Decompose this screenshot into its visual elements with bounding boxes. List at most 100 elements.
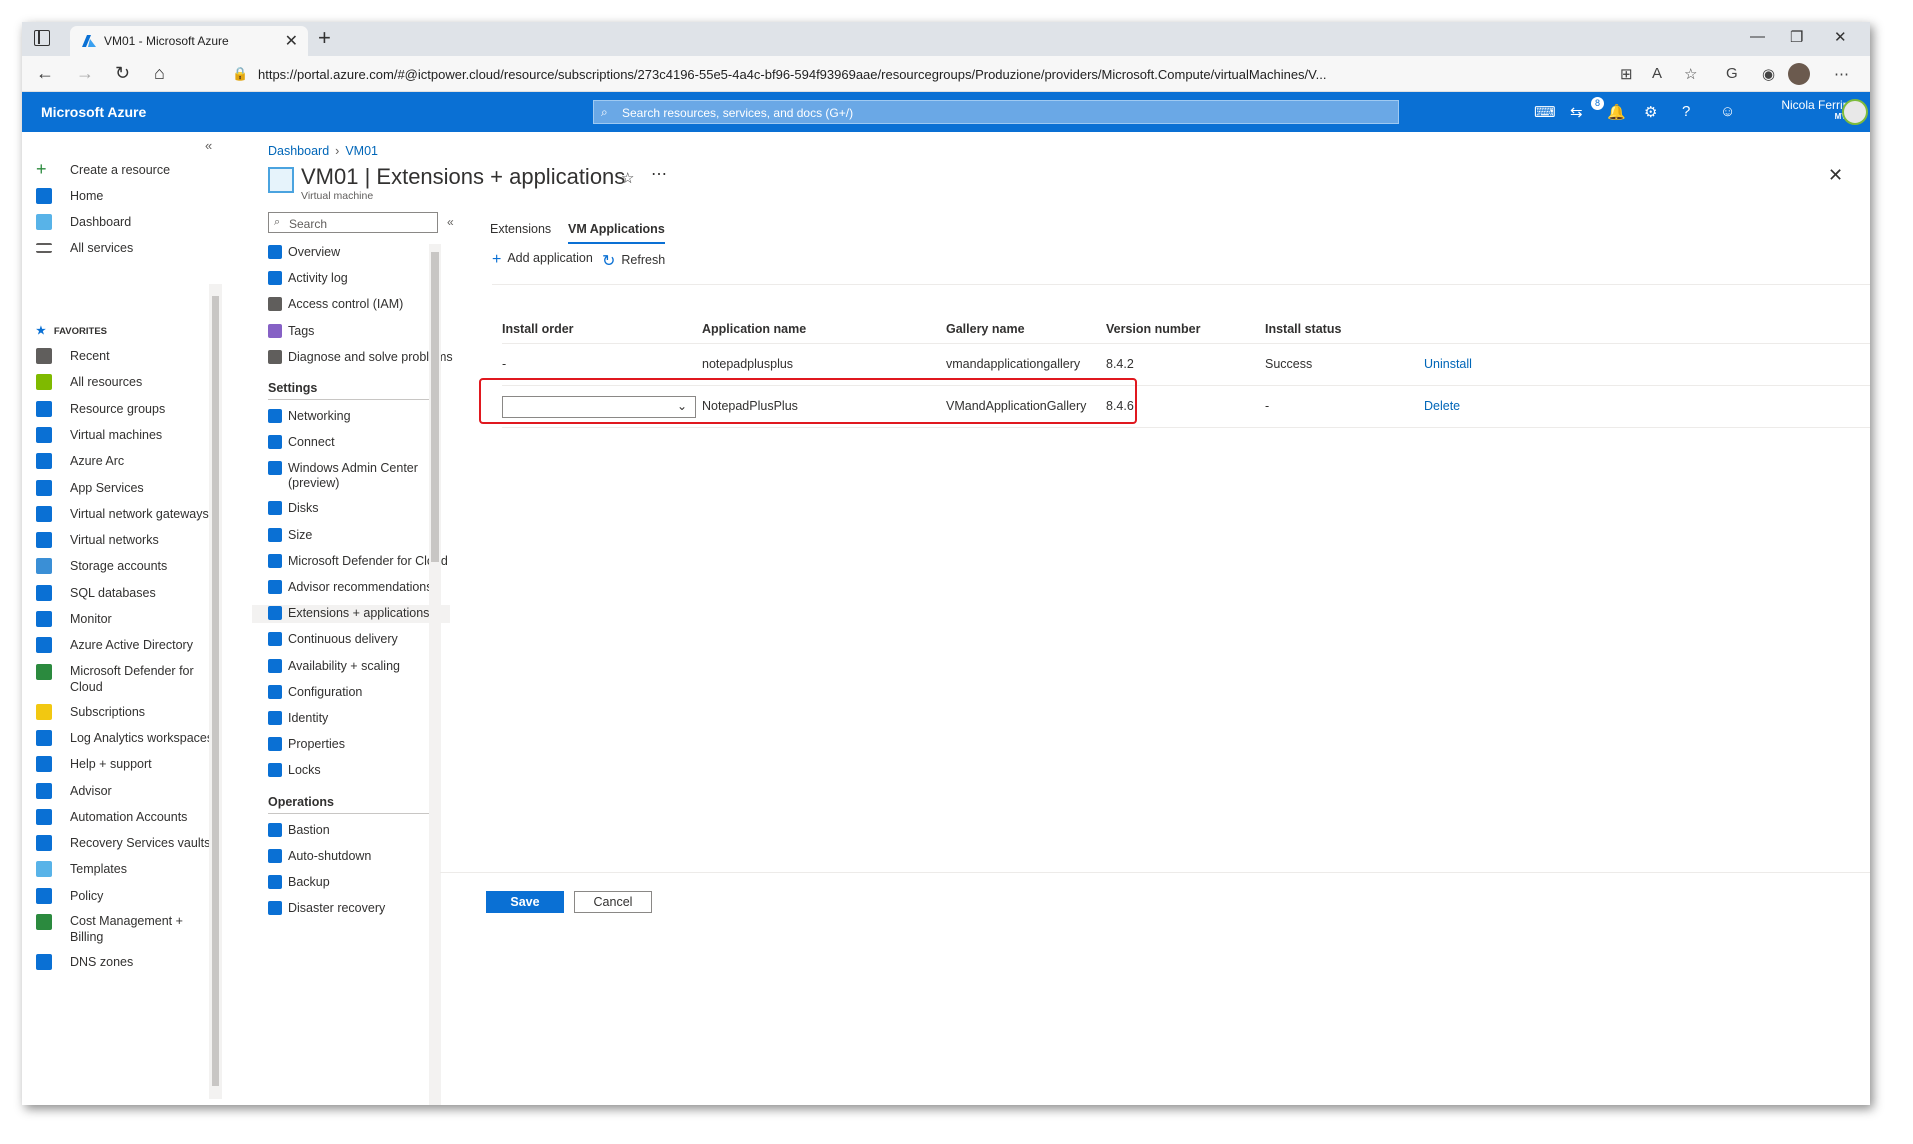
tab-vm-applications[interactable]: VM Applications	[568, 222, 665, 244]
minimize-icon[interactable]: —	[1750, 28, 1765, 45]
col-install-status[interactable]: Install status	[1265, 315, 1424, 343]
save-button[interactable]: Save	[486, 891, 564, 913]
new-tab-icon[interactable]: +	[318, 25, 331, 51]
menu-item-configuration[interactable]: Configuration	[268, 684, 448, 702]
sidebar-scrollbar[interactable]	[209, 284, 222, 1099]
col-gallery-name[interactable]: Gallery name	[946, 315, 1106, 343]
install-order-dropdown[interactable]: ⌄	[502, 395, 696, 418]
back-icon[interactable]: ←	[36, 63, 54, 84]
directory-icon[interactable]: ⇆	[1570, 103, 1583, 121]
menu-item-properties[interactable]: Properties	[268, 736, 448, 754]
service-icon	[36, 729, 52, 746]
browser-tab[interactable]: VM01 - Microsoft Azure ✕	[70, 26, 308, 56]
apps-icon[interactable]: ⊞	[1620, 65, 1633, 83]
menu-icon	[268, 606, 282, 621]
browser-window: VM01 - Microsoft Azure ✕ + — ❐ ✕ ← → ↻ ⌂…	[22, 22, 1870, 1105]
service-icon	[36, 348, 52, 364]
help-icon[interactable]: ?	[1682, 103, 1690, 120]
bell-icon[interactable]: 🔔	[1607, 103, 1626, 121]
menu-item-networking[interactable]: Networking	[268, 408, 448, 426]
breadcrumb-vm01[interactable]: VM01	[345, 144, 378, 158]
menu-item-windows-admin-center-preview-[interactable]: Windows Admin Center (preview)	[268, 460, 448, 490]
close-tab-icon[interactable]: ✕	[285, 31, 298, 51]
service-icon	[36, 400, 52, 417]
tab-actions-icon[interactable]	[34, 30, 50, 46]
col-version-number[interactable]: Version number	[1106, 315, 1265, 343]
menu-icon	[268, 684, 282, 699]
favorite-icon[interactable]: ☆	[1684, 65, 1697, 83]
gear-icon[interactable]: ⚙	[1644, 103, 1657, 121]
menu-item-connect[interactable]: Connect	[268, 434, 448, 452]
search-icon: ⌕	[274, 216, 281, 228]
restore-icon[interactable]: ❐	[1790, 28, 1803, 46]
page-title: VM01 | Extensions + applications	[301, 164, 626, 189]
menu-item-microsoft-defender-for-cloud[interactable]: Microsoft Defender for Cloud	[268, 553, 448, 571]
user-account[interactable]: Nicola Ferrini MVP	[1762, 98, 1852, 121]
menu-icon	[268, 271, 282, 286]
star-icon[interactable]: ☆	[621, 169, 634, 187]
menu-item-disaster-recovery[interactable]: Disaster recovery	[268, 900, 448, 918]
service-icon	[36, 374, 52, 391]
read-aloud-icon[interactable]: A	[1652, 65, 1662, 82]
collapse-sidebar-icon[interactable]: «	[205, 138, 212, 153]
profile-avatar[interactable]	[1788, 63, 1810, 85]
menu-item-activity-log[interactable]: Activity log	[268, 270, 448, 288]
portal-sidebar: « + Create a resource Home Dashboard All …	[22, 132, 222, 1105]
menu-item-bastion[interactable]: Bastion	[268, 822, 448, 840]
menu-item-continuous-delivery[interactable]: Continuous delivery	[268, 631, 448, 649]
menu-item-backup[interactable]: Backup	[268, 874, 448, 892]
forward-icon[interactable]: →	[76, 63, 94, 84]
menu-item-size[interactable]: Size	[268, 527, 448, 545]
refresh-button[interactable]: ↻ Refresh	[602, 251, 665, 271]
more-icon[interactable]: ⋯	[1834, 65, 1849, 83]
delete-link[interactable]: Delete	[1424, 399, 1460, 413]
menu-item-auto-shutdown[interactable]: Auto-shutdown	[268, 848, 448, 866]
url-field[interactable]: 🔒 https://portal.azure.com/#@ictpower.cl…	[224, 60, 1604, 88]
scrollbar-thumb[interactable]	[212, 296, 219, 1086]
google-icon[interactable]: G	[1726, 65, 1738, 82]
menu-item-disks[interactable]: Disks	[268, 500, 448, 518]
user-name: Nicola Ferrini	[1781, 98, 1852, 112]
menu-icon	[268, 245, 282, 259]
brand-title[interactable]: Microsoft Azure	[41, 104, 146, 120]
reload-icon[interactable]: ↻	[115, 63, 130, 84]
scrollbar-thumb[interactable]	[431, 252, 439, 562]
feedback-icon[interactable]: ☺	[1720, 103, 1735, 120]
user-badge: MVP	[1762, 112, 1852, 121]
menu-item-identity[interactable]: Identity	[268, 710, 448, 728]
service-icon	[36, 861, 52, 878]
menu-item-overview[interactable]: Overview	[268, 244, 448, 262]
cancel-button[interactable]: Cancel	[574, 891, 652, 913]
page-subtitle: Virtual machine	[301, 190, 374, 202]
col-application-name[interactable]: Application name	[702, 315, 946, 343]
collapse-menu-icon[interactable]: «	[447, 215, 454, 229]
service-icon	[36, 532, 52, 549]
service-icon	[36, 453, 52, 470]
menu-item-diagnose-and-solve-problems[interactable]: Diagnose and solve problems	[268, 349, 453, 367]
col-install-order[interactable]: Install order	[502, 315, 702, 343]
service-icon	[36, 954, 52, 970]
global-search-input[interactable]: ⌕ Search resources, services, and docs (…	[593, 100, 1399, 124]
menu-search-input[interactable]: ⌕ Search	[268, 212, 438, 233]
menu-item-tags[interactable]: Tags	[268, 323, 448, 341]
lock-icon[interactable]: 🔒	[232, 66, 248, 82]
home-icon[interactable]: ⌂	[154, 63, 165, 84]
menu-item-advisor-recommendations[interactable]: Advisor recommendations	[268, 579, 448, 597]
menu-item-locks[interactable]: Locks	[268, 762, 448, 780]
menu-item-access-control-iam-[interactable]: Access control (IAM)	[268, 296, 448, 314]
close-icon[interactable]: ✕	[1828, 165, 1843, 186]
uninstall-link[interactable]: Uninstall	[1424, 357, 1472, 371]
tab-extensions[interactable]: Extensions	[490, 222, 551, 242]
close-window-icon[interactable]: ✕	[1834, 28, 1847, 46]
user-avatar[interactable]	[1842, 99, 1868, 125]
menu-item-extensions-applications[interactable]: Extensions + applications	[252, 605, 450, 624]
version-number: 8.4.6	[1106, 384, 1265, 428]
more-icon[interactable]: ⋯	[651, 164, 667, 184]
menu-icon	[268, 323, 282, 338]
menu-item-availability-scaling[interactable]: Availability + scaling	[268, 658, 448, 676]
breadcrumb-dashboard[interactable]: Dashboard	[268, 144, 329, 158]
cloud-shell-icon[interactable]: ⌨	[1534, 103, 1556, 121]
extension-icon[interactable]: ◉	[1762, 65, 1775, 83]
add-application-button[interactable]: + Add application	[492, 251, 593, 269]
menu-icon	[268, 763, 282, 778]
